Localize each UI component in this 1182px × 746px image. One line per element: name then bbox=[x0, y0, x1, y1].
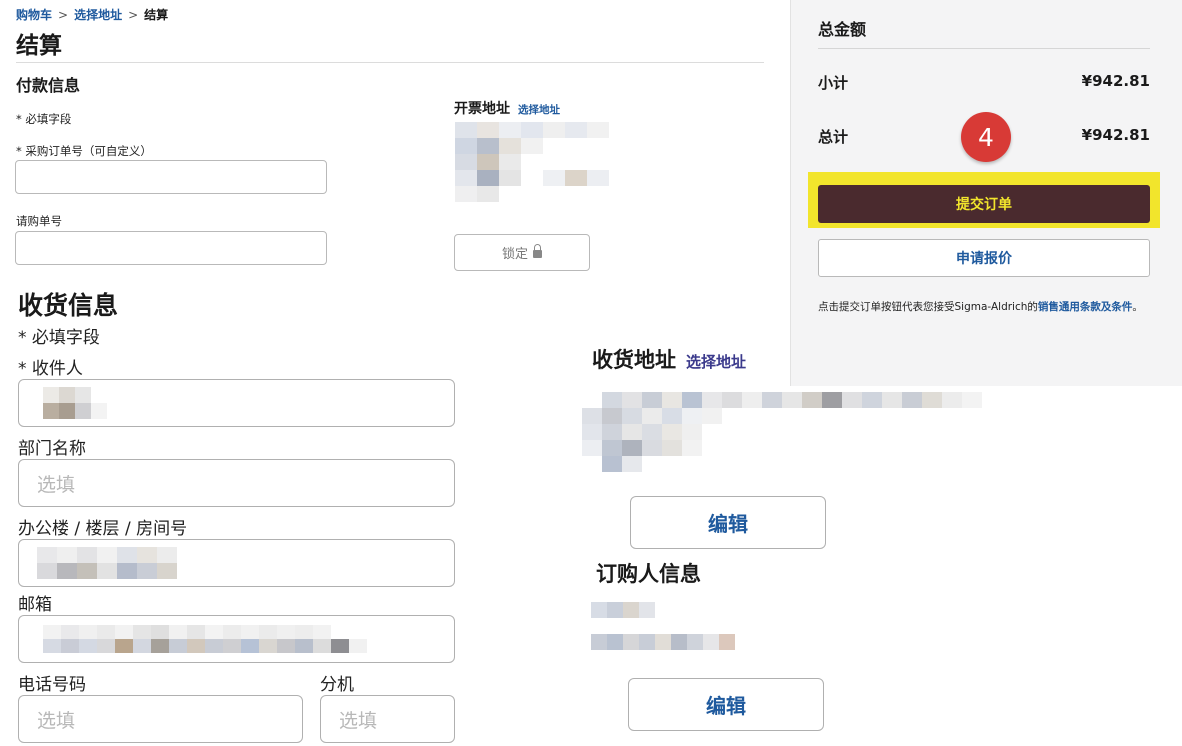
department-label: 部门名称 bbox=[18, 439, 86, 459]
lock-icon bbox=[533, 244, 542, 258]
extension-placeholder: 选填 bbox=[339, 709, 378, 732]
shipping-address-title: 收货地址 选择地址 bbox=[592, 344, 746, 374]
payment-heading: 付款信息 bbox=[16, 76, 81, 95]
subtotal-label: 小计 bbox=[818, 74, 849, 92]
orderer-contact-redacted bbox=[591, 634, 735, 650]
billing-address-title: 开票地址 选择地址 bbox=[454, 98, 560, 118]
subtotal-value: ¥942.81 bbox=[1081, 72, 1150, 90]
locked-button[interactable]: 锁定 bbox=[454, 234, 590, 271]
department-input[interactable]: 选填 bbox=[18, 459, 455, 507]
page-title: 结算 bbox=[16, 33, 62, 59]
edit-shipping-address-label: 编辑 bbox=[708, 512, 748, 536]
building-value-redacted bbox=[37, 547, 197, 579]
terms-notice: 点击提交订单按钮代表您接受Sigma-Aldrich的销售通用条款及条件。 bbox=[818, 298, 1152, 316]
summary-divider bbox=[818, 48, 1150, 49]
extension-label: 分机 bbox=[320, 675, 354, 695]
terms-of-sale-link[interactable]: 销售通用条款及条件 bbox=[1038, 301, 1133, 313]
payment-required-note: * 必填字段 bbox=[16, 112, 72, 126]
breadcrumb-cart-link[interactable]: 购物车 bbox=[16, 6, 52, 23]
email-input[interactable] bbox=[18, 615, 455, 663]
recipient-label: * 收件人 bbox=[18, 359, 83, 379]
shipping-select-address-link[interactable]: 选择地址 bbox=[686, 351, 746, 372]
recipient-input[interactable] bbox=[18, 379, 455, 427]
total-value: ¥942.81 bbox=[1081, 126, 1150, 144]
summary-title: 总金额 bbox=[818, 20, 867, 39]
edit-orderer-info-label: 编辑 bbox=[706, 694, 746, 718]
po-number-input[interactable] bbox=[15, 160, 327, 194]
billing-address-heading: 开票地址 bbox=[454, 101, 510, 117]
phone-input[interactable]: 选填 bbox=[18, 695, 303, 743]
edit-shipping-address-button[interactable]: 编辑 bbox=[630, 496, 826, 549]
shipping-address-redacted bbox=[582, 392, 982, 472]
email-label: 邮箱 bbox=[18, 595, 52, 615]
billing-select-address-link[interactable]: 选择地址 bbox=[518, 102, 560, 117]
recipient-value-redacted bbox=[43, 387, 107, 419]
requisition-number-input[interactable] bbox=[15, 231, 327, 265]
shipping-address-heading: 收货地址 bbox=[592, 348, 676, 372]
orderer-name-redacted bbox=[591, 602, 655, 618]
terms-prefix: 点击提交订单按钮代表您接受Sigma-Aldrich的 bbox=[818, 301, 1038, 313]
breadcrumb-separator: > bbox=[128, 7, 139, 22]
terms-suffix: 。 bbox=[1132, 301, 1143, 313]
edit-orderer-info-button[interactable]: 编辑 bbox=[628, 678, 824, 731]
phone-label: 电话号码 bbox=[18, 675, 86, 695]
shipping-heading: 收货信息 bbox=[18, 291, 119, 320]
requisition-number-label: 请购单号 bbox=[16, 214, 62, 228]
department-placeholder: 选填 bbox=[37, 473, 76, 496]
breadcrumb-current: 结算 bbox=[144, 8, 169, 22]
locked-button-label: 锁定 bbox=[501, 247, 528, 262]
total-label: 总计 bbox=[818, 128, 849, 146]
title-divider bbox=[16, 62, 764, 63]
extension-input[interactable]: 选填 bbox=[320, 695, 455, 743]
breadcrumb-select-address-link[interactable]: 选择地址 bbox=[74, 6, 122, 23]
breadcrumb-separator: > bbox=[58, 7, 69, 22]
building-floor-room-label: 办公楼 / 楼层 / 房间号 bbox=[18, 519, 188, 539]
billing-address-redacted bbox=[455, 122, 609, 202]
breadcrumb: 购物车 > 选择地址 > 结算 bbox=[16, 6, 168, 23]
request-quote-button[interactable]: 申请报价 bbox=[818, 239, 1150, 277]
po-number-label: * 采购订单号（可自定义） bbox=[16, 144, 152, 158]
phone-placeholder: 选填 bbox=[37, 709, 76, 732]
step-number-badge: 4 bbox=[961, 112, 1011, 162]
email-value-redacted bbox=[43, 625, 367, 653]
building-floor-room-input[interactable] bbox=[18, 539, 455, 587]
shipping-required-note: * 必填字段 bbox=[18, 328, 100, 348]
orderer-info-heading: 订购人信息 bbox=[596, 562, 701, 586]
submit-order-button[interactable]: 提交订单 bbox=[818, 185, 1150, 223]
